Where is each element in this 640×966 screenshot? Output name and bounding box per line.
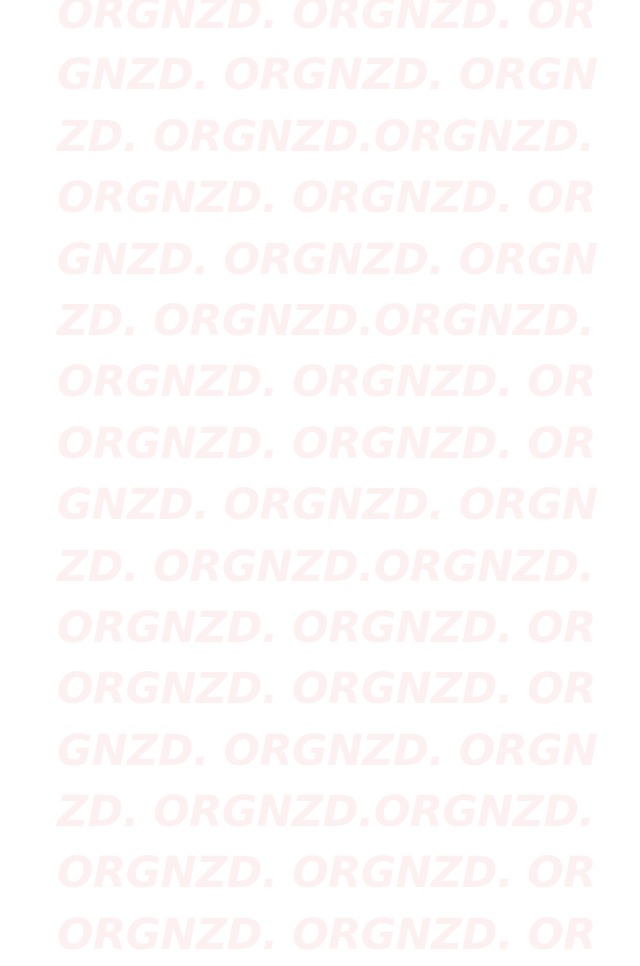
pattern-line: ORGNZD. ORGNZD. OR xyxy=(57,602,596,653)
pattern-line: ORGNZD. ORGNZD. OR xyxy=(57,357,596,408)
pattern-line: ZD. ORGNZD.ORGNZD. xyxy=(57,295,595,346)
background-text-pattern: ORGNZD. ORGNZD. OR GNZD. ORGNZD. ORGN ZD… xyxy=(57,0,617,966)
pattern-line: ORGNZD. ORGNZD. OR xyxy=(57,848,596,899)
pattern-line: GNZD. ORGNZD. ORGN xyxy=(57,480,598,531)
pattern-line: ORGNZD. ORGNZD. OR xyxy=(57,173,596,224)
pattern-line: GNZD. ORGNZD. ORGN xyxy=(57,50,598,101)
pattern-line: ZD. ORGNZD.ORGNZD. xyxy=(57,787,595,838)
pattern-line: ZD. ORGNZD.ORGNZD. xyxy=(57,541,595,592)
pattern-line: GNZD. ORGNZD. ORGN xyxy=(57,234,598,285)
pattern-line: ORGNZD. ORGNZD. OR xyxy=(57,909,596,960)
pattern-line: ORGNZD. ORGNZD. OR xyxy=(57,664,596,715)
pattern-line: ZD. ORGNZD.ORGNZD. xyxy=(57,111,595,162)
pattern-line: ORGNZD. ORGNZD. OR xyxy=(57,0,596,39)
pattern-line: GNZD. ORGNZD. ORGN xyxy=(57,725,598,776)
pattern-line: ORGNZD. ORGNZD. OR xyxy=(57,418,596,469)
